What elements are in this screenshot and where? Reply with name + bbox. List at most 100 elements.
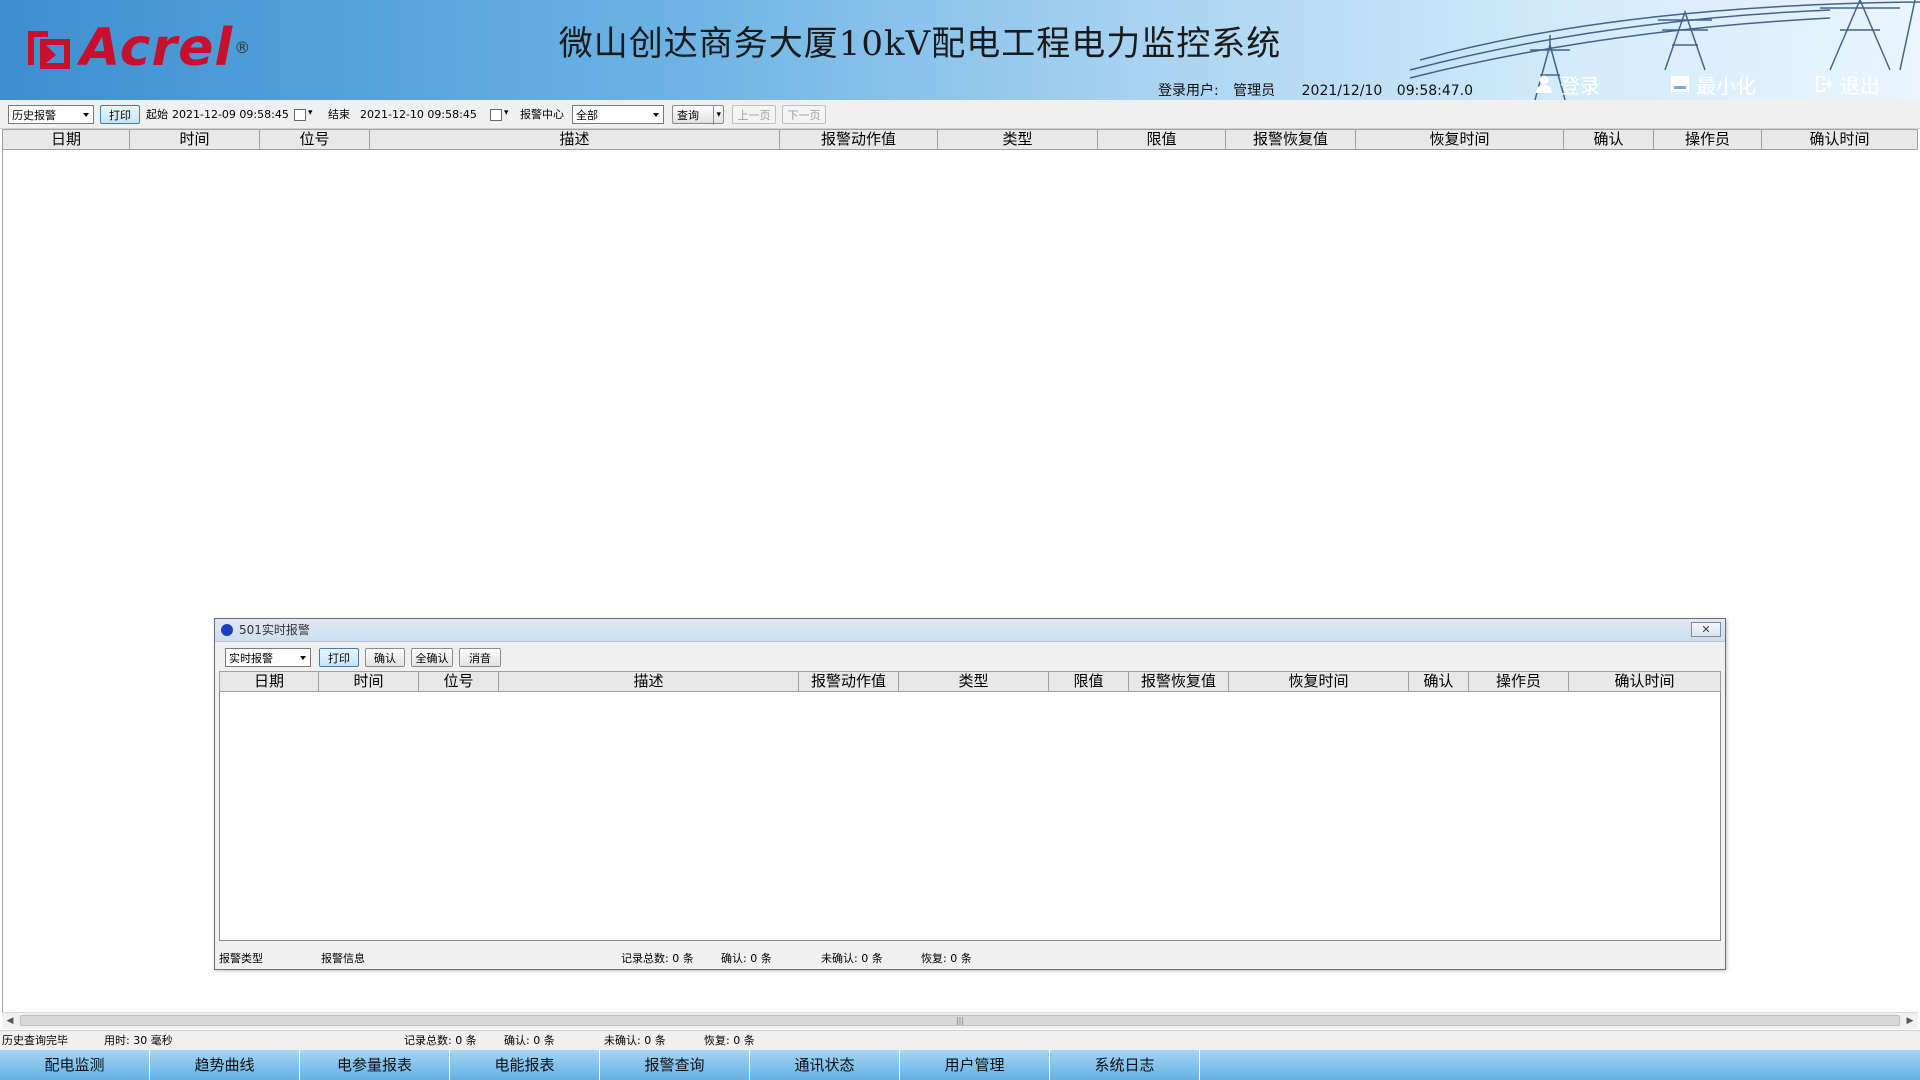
chevron-down-icon: ▾ xyxy=(504,108,509,118)
nav-system-log[interactable]: 系统日志 xyxy=(1050,1050,1200,1080)
realtime-table-header: 日期 时间 位号 描述 报警动作值 类型 限值 报警恢复值 恢复时间 确认 操作… xyxy=(219,671,1721,692)
confirmed-count: 确认: 0 条 xyxy=(504,1034,555,1047)
col-limit[interactable]: 限值 xyxy=(1098,130,1226,149)
alarm-center-label: 报警中心 xyxy=(520,108,564,121)
col-alarm-value[interactable]: 报警动作值 xyxy=(799,672,899,691)
col-date[interactable]: 日期 xyxy=(219,672,319,691)
col-time[interactable]: 时间 xyxy=(130,130,260,149)
prev-page-button[interactable]: 上一页 xyxy=(732,105,776,124)
col-time[interactable]: 时间 xyxy=(319,672,419,691)
horizontal-scrollbar[interactable]: ◀ ||| ▶ xyxy=(2,1012,1918,1029)
col-operator[interactable]: 操作员 xyxy=(1654,130,1762,149)
current-time: 09:58:47.0 xyxy=(1396,83,1474,99)
realtime-alarm-table xyxy=(219,671,1721,941)
popup-recovered-count: 恢复: 0 条 xyxy=(921,952,972,965)
scroll-left-icon[interactable]: ◀ xyxy=(2,1013,18,1029)
col-description[interactable]: 描述 xyxy=(370,130,780,149)
col-description[interactable]: 描述 xyxy=(499,672,799,691)
query-toolbar: 历史报警 打印 起始 2021-12-09 09:58:45 ▾ 结束 2021… xyxy=(0,100,1920,129)
col-type[interactable]: 类型 xyxy=(938,130,1098,149)
chevron-down-icon: ▾ xyxy=(713,106,721,125)
realtime-mode-select[interactable]: 实时报警 xyxy=(225,648,311,667)
alarm-info-label: 报警信息 xyxy=(321,952,365,965)
nav-comm-status[interactable]: 通讯状态 xyxy=(750,1050,900,1080)
current-user: 管理员 xyxy=(1233,83,1276,99)
popup-unconfirmed-count: 未确认: 0 条 xyxy=(821,952,883,965)
unconfirmed-count: 未确认: 0 条 xyxy=(604,1034,666,1047)
user-icon xyxy=(1534,74,1554,94)
acrel-logo: Acrel ® xyxy=(26,18,252,78)
nav-trend-curve[interactable]: 趋势曲线 xyxy=(150,1050,300,1080)
minimize-icon xyxy=(1670,74,1690,94)
query-status-message: 历史查询完毕 xyxy=(2,1034,68,1047)
close-button[interactable]: ✕ xyxy=(1691,622,1721,637)
popup-statusbar: 报警类型 报警信息 记录总数: 0 条 确认: 0 条 未确认: 0 条 恢复:… xyxy=(215,949,1725,969)
realtime-alarm-window: 501实时报警 ✕ 实时报警 打印 确认 全确认 消音 日期 时间 位号 描述 … xyxy=(214,618,1726,970)
col-confirm-time[interactable]: 确认时间 xyxy=(1569,672,1721,691)
current-date: 2021/12/10 xyxy=(1301,83,1383,99)
exit-icon xyxy=(1814,74,1834,94)
minimize-button[interactable]: 最小化 xyxy=(1670,72,1756,98)
end-datetime-input[interactable]: 2021-12-10 09:58:45 xyxy=(360,105,477,124)
popup-confirm-all-button[interactable]: 全确认 xyxy=(411,648,453,667)
alarm-type-label: 报警类型 xyxy=(219,952,263,965)
popup-mute-button[interactable]: 消音 xyxy=(459,648,501,667)
col-operator[interactable]: 操作员 xyxy=(1469,672,1569,691)
scroll-right-icon[interactable]: ▶ xyxy=(1902,1013,1918,1029)
exit-button[interactable]: 退出 xyxy=(1814,72,1880,98)
recovered-count: 恢复: 0 条 xyxy=(704,1034,755,1047)
status-bar: 历史查询完毕 用时: 30 毫秒 记录总数: 0 条 确认: 0 条 未确认: … xyxy=(0,1030,1920,1051)
acrel-logo-mark-icon xyxy=(26,25,72,71)
start-label: 起始 xyxy=(146,108,168,121)
scroll-thumb[interactable]: ||| xyxy=(20,1015,1900,1026)
query-elapsed: 用时: 30 毫秒 xyxy=(104,1034,173,1047)
popup-title: 501实时报警 xyxy=(239,623,310,637)
nav-energy-report[interactable]: 电能报表 xyxy=(450,1050,600,1080)
popup-total-count: 记录总数: 0 条 xyxy=(621,952,694,965)
end-label: 结束 xyxy=(328,108,350,121)
nav-user-management[interactable]: 用户管理 xyxy=(900,1050,1050,1080)
col-alarm-value[interactable]: 报警动作值 xyxy=(780,130,938,149)
alarm-mode-select[interactable]: 历史报警 xyxy=(8,105,94,124)
col-confirm-time[interactable]: 确认时间 xyxy=(1762,130,1918,149)
login-button[interactable]: 登录 xyxy=(1534,72,1600,98)
chevron-down-icon: ▾ xyxy=(308,108,313,118)
col-tag[interactable]: 位号 xyxy=(260,130,370,149)
col-tag[interactable]: 位号 xyxy=(419,672,499,691)
nav-empty-slot xyxy=(1200,1050,1920,1080)
login-info: 登录用户: 管理员 2021/12/10 09:58:47.0 xyxy=(1158,80,1483,100)
popup-print-button[interactable]: 打印 xyxy=(319,648,359,667)
col-recover-time[interactable]: 恢复时间 xyxy=(1356,130,1564,149)
start-calendar-dropdown[interactable]: ▾ xyxy=(294,105,318,124)
calendar-icon xyxy=(294,109,306,121)
col-date[interactable]: 日期 xyxy=(2,130,130,149)
next-page-button[interactable]: 下一页 xyxy=(782,105,826,124)
query-button[interactable]: 查询 ▾ xyxy=(672,105,724,125)
calendar-icon xyxy=(490,109,502,121)
close-icon: ✕ xyxy=(1701,623,1711,636)
col-limit[interactable]: 限值 xyxy=(1049,672,1129,691)
start-datetime-input[interactable]: 2021-12-09 09:58:45 xyxy=(172,105,289,124)
system-title: 微山创达商务大厦10kV配电工程电力监控系统 xyxy=(558,24,1282,64)
popup-titlebar[interactable]: 501实时报警 ✕ xyxy=(215,619,1725,642)
col-recover-value[interactable]: 报警恢复值 xyxy=(1226,130,1356,149)
app-header: Acrel ® 微山创达商务大厦10kV配电工程电力监控系统 登录用户: 管理员 … xyxy=(0,0,1920,100)
col-recover-value[interactable]: 报警恢复值 xyxy=(1129,672,1229,691)
history-table-header: 日期 时间 位号 描述 报警动作值 类型 限值 报警恢复值 恢复时间 确认 操作… xyxy=(2,129,1918,150)
nav-parameter-report[interactable]: 电参量报表 xyxy=(300,1050,450,1080)
bottom-nav: 配电监测 趋势曲线 电参量报表 电能报表 报警查询 通讯状态 用户管理 系统日志 xyxy=(0,1050,1920,1080)
end-calendar-dropdown[interactable]: ▾ xyxy=(490,105,514,124)
nav-alarm-query[interactable]: 报警查询 xyxy=(600,1050,750,1080)
print-button[interactable]: 打印 xyxy=(100,105,140,124)
col-recover-time[interactable]: 恢复时间 xyxy=(1229,672,1409,691)
logo-text: Acrel ® xyxy=(80,18,252,78)
col-confirm[interactable]: 确认 xyxy=(1564,130,1654,149)
alarm-center-select[interactable]: 全部 xyxy=(572,105,664,124)
popup-confirmed-count: 确认: 0 条 xyxy=(721,952,772,965)
login-label: 登录用户: xyxy=(1158,83,1219,99)
nav-power-monitoring[interactable]: 配电监测 xyxy=(0,1050,150,1080)
alarm-window-icon xyxy=(221,624,233,636)
col-type[interactable]: 类型 xyxy=(899,672,1049,691)
popup-confirm-button[interactable]: 确认 xyxy=(365,648,405,667)
col-confirm[interactable]: 确认 xyxy=(1409,672,1469,691)
